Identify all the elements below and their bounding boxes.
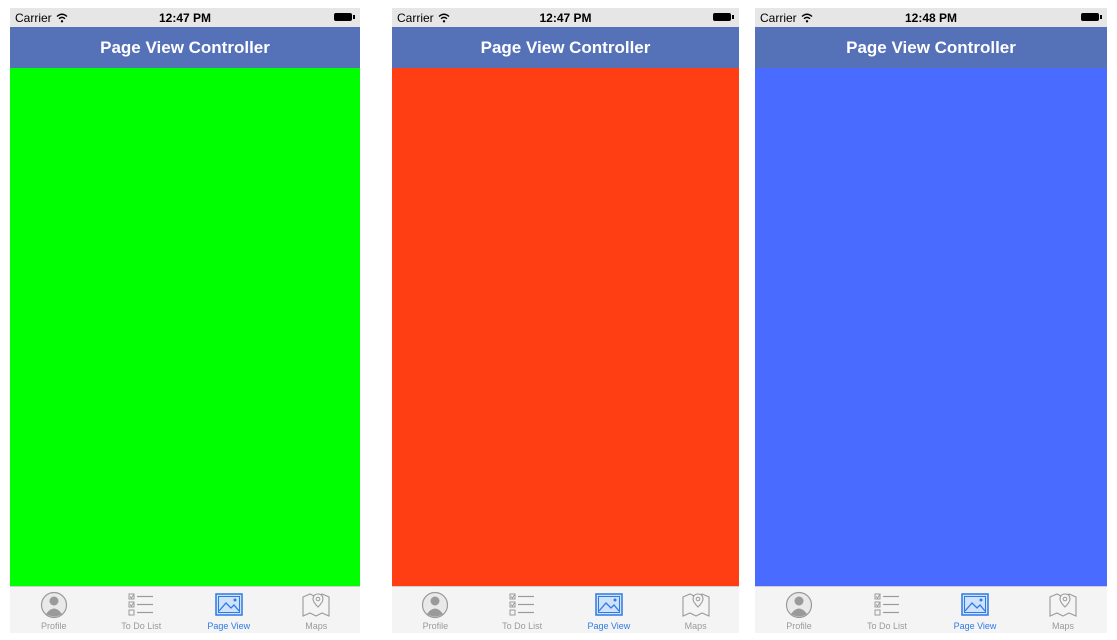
tab-label: Profile <box>786 621 812 631</box>
battery-icon <box>713 13 734 21</box>
page-view-icon <box>961 593 989 616</box>
maps-icon <box>302 593 330 617</box>
tab-to-do-list[interactable]: To Do List <box>843 587 931 633</box>
battery-icon <box>1081 13 1102 21</box>
tab-profile[interactable]: Profile <box>10 587 98 633</box>
tab-label: Page View <box>587 621 631 631</box>
page-content-green[interactable] <box>10 68 360 586</box>
tab-label: To Do List <box>121 621 162 631</box>
tab-profile[interactable]: Profile <box>392 587 479 633</box>
profile-icon <box>422 591 449 619</box>
phone-screen-1: Carrier 12:47 PM Page View Controller Pr… <box>10 8 360 633</box>
tab-label: Page View <box>953 621 997 631</box>
phone-screen-2: Carrier 12:47 PM Page View Controller Pr… <box>392 8 739 633</box>
tab-label: To Do List <box>866 621 908 631</box>
page-content-red[interactable] <box>392 68 739 586</box>
tab-label: Profile <box>40 621 67 631</box>
status-time: 12:47 PM <box>539 11 592 25</box>
tab-label: Maps <box>305 621 328 631</box>
tab-page-view[interactable]: Page View <box>566 587 653 633</box>
screenshot-stage: Carrier 12:47 PM Page View Controller Pr… <box>0 0 1117 640</box>
tab-page-view[interactable]: Page View <box>185 587 273 633</box>
page-content-blue[interactable] <box>755 68 1107 586</box>
todo-list-icon <box>509 593 535 616</box>
page-view-icon <box>595 593 623 616</box>
tab-page-view[interactable]: Page View <box>931 587 1019 633</box>
maps-icon <box>1049 593 1077 617</box>
tab-to-do-list[interactable]: To Do List <box>479 587 566 633</box>
page-view-icon <box>215 593 243 616</box>
tab-label: Page View <box>207 621 251 631</box>
tab-label: Profile <box>422 621 449 631</box>
tab-maps[interactable]: Maps <box>652 587 739 633</box>
tab-label: Maps <box>1051 621 1074 631</box>
status-time: 12:48 PM <box>904 11 958 25</box>
tab-maps[interactable]: Maps <box>273 587 361 633</box>
tab-bar: Profile To Do List Page View Maps <box>755 586 1107 633</box>
tab-maps[interactable]: Maps <box>1019 587 1107 633</box>
status-bar: Carrier 12:48 PM <box>755 8 1107 27</box>
tab-bar: Profile To Do List Page View Maps <box>10 586 360 633</box>
todo-list-icon <box>874 593 899 616</box>
tab-to-do-list[interactable]: To Do List <box>98 587 186 633</box>
phone-screen-3: Carrier 12:48 PM Page View Controller Pr… <box>755 8 1107 633</box>
maps-icon <box>682 593 710 617</box>
tab-bar: Profile To Do List Page View Maps <box>392 586 739 633</box>
status-bar: Carrier 12:47 PM <box>392 8 739 27</box>
profile-icon <box>785 591 813 619</box>
tab-profile[interactable]: Profile <box>755 587 843 633</box>
nav-title: Page View Controller <box>755 27 1107 68</box>
todo-list-icon <box>128 593 154 616</box>
tab-label: Maps <box>684 621 707 631</box>
profile-icon <box>40 591 67 619</box>
status-time: 12:47 PM <box>158 11 212 25</box>
tab-label: To Do List <box>502 621 543 631</box>
nav-title: Page View Controller <box>392 27 739 68</box>
nav-title: Page View Controller <box>10 27 360 68</box>
battery-icon <box>334 13 355 21</box>
status-bar: Carrier 12:47 PM <box>10 8 360 27</box>
